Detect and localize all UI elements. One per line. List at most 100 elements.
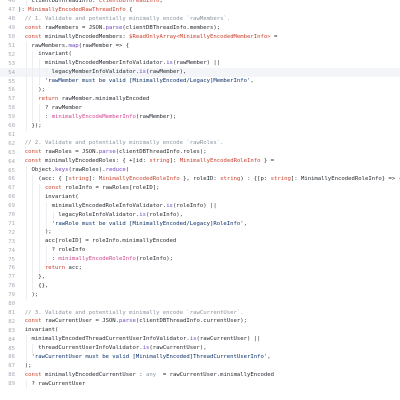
code-line[interactable]: 80 [0, 300, 400, 309]
code-line[interactable]: 48 // 1. Validate and potentially minima… [0, 15, 400, 24]
code-line[interactable]: 70 legacyRoleInfoValidator.is(roleInfo), [0, 210, 400, 220]
code-token: ClientDBThreadInfo [98, 0, 160, 4]
line-number: 55 [8, 78, 15, 85]
code-line[interactable]: 69 minimallyEncodedRoleInfoValidator.is(… [0, 201, 400, 211]
code-token: } = [260, 158, 274, 165]
code-line[interactable]: 67 const roleInfo = rawRoles[roleID]; [0, 183, 400, 193]
code-token: return [18, 95, 62, 102]
indent-guide [25, 86, 27, 95]
line-number: 82 [8, 318, 15, 325]
code-line[interactable]: 83 invariant( [0, 326, 400, 335]
code-line[interactable]: 78 {}, [0, 281, 400, 291]
code-line[interactable]: 53 minimallyEncodedMemberInfoValidator.i… [0, 59, 400, 69]
code-token: (rawMember); [135, 113, 177, 120]
line-number: 61 [8, 131, 15, 138]
code-text: ); [18, 290, 400, 300]
indent-guide [45, 201, 47, 211]
code-line[interactable]: 47): MinimallyEncodedRawThreadInfo { [0, 6, 400, 15]
code-line[interactable]: 72 ); [0, 228, 400, 238]
code-text: minimallyEncodedMemberInfoValidator.is(r… [18, 59, 400, 69]
indent-guide [32, 255, 34, 264]
code-line[interactable]: 71 'rawRole must be valid [MinimallyEnco… [0, 219, 400, 229]
code-token: minimallyEncodeRoleInfo [58, 256, 136, 263]
code-line[interactable]: 88 const minimallyEncodedCurrentUser : a… [0, 371, 400, 380]
indent-guide [45, 219, 47, 229]
code-text: const minimallyEncodedMembers: $ReadOnly… [18, 33, 400, 42]
code-token: (roleInfo), [146, 211, 184, 218]
line-number: 52 [8, 51, 15, 58]
line-number: 59 [8, 114, 15, 121]
code-line[interactable]: 64 const minimallyEncodedRoles: { +[id: … [0, 157, 400, 166]
code-line[interactable]: 85 threadCurrentUserInfoValidator.is(raw… [0, 344, 400, 353]
code-line[interactable]: 61 [0, 131, 400, 140]
code-text: legacyRoleInfoValidator.is(roleInfo), [18, 210, 400, 220]
code-line[interactable]: 58 ? rawMember [0, 103, 400, 113]
code-line[interactable]: 59 : minimallyEncodeMemberInfo(rawMember… [0, 112, 400, 122]
code-line[interactable]: 65 Object.keys(rawRoles).reduce( [0, 166, 400, 175]
code-line[interactable]: 57 return rawMember.minimallyEncoded [0, 94, 400, 104]
indent-guide [25, 77, 27, 86]
code-token: // 2. Validate and potentially minimally… [18, 140, 224, 147]
code-token: invariant( [18, 327, 59, 334]
code-line[interactable]: 52 invariant( [0, 50, 400, 60]
code-line[interactable]: 51 rawMembers.map(rawMember => { [0, 41, 400, 51]
indent-guide [25, 112, 27, 122]
line-number: 75 [8, 256, 15, 263]
code-token: ]: [88, 176, 99, 182]
indent-guide [25, 175, 27, 184]
code-line[interactable]: 50 const minimallyEncodedMembers: $ReadO… [0, 33, 400, 42]
indent-guide [32, 272, 34, 282]
indent-guide [32, 237, 34, 247]
code-token: (rawCurrentUser) || [196, 336, 261, 343]
indent-guide [25, 166, 27, 175]
code-line[interactable]: 87 ); [0, 362, 400, 371]
code-line[interactable]: 60 }); [0, 121, 400, 131]
code-line[interactable]: 76 return acc; [0, 264, 400, 273]
code-text: legacyMemberInfoValidator.is(rawMember), [18, 68, 400, 78]
indent-guide [25, 246, 27, 256]
code-text: const minimallyEncodedRoles: { +[id: str… [18, 157, 400, 166]
code-token: // 1. Validate and potentially minimally… [18, 15, 231, 22]
code-line[interactable]: 82 const rawCurrentUser = JSON.parse(cli… [0, 317, 400, 326]
code-line[interactable]: 77 }, [0, 272, 400, 282]
code-line[interactable]: 62 // 2. Validate and potentially minima… [0, 139, 400, 148]
code-line[interactable]: 86 'rawCurrentUser must be valid [Minima… [0, 353, 400, 362]
code-line[interactable]: 66 (acc: { [string]: MinimallyEncodedRol… [0, 175, 400, 184]
code-line[interactable]: 81 // 3. Validate and potentially minima… [0, 309, 400, 318]
code-text: rawMembers.map(rawMember => { [18, 41, 400, 51]
code-line[interactable]: 56 ); [0, 86, 400, 95]
code-token: (rawMember => { [78, 42, 130, 49]
code-token: const [18, 318, 45, 325]
indent-guide [25, 281, 27, 291]
indent-guide [25, 344, 27, 353]
indent-guide [25, 68, 27, 78]
code-text: ? rawCurrentUser [18, 379, 400, 389]
code-text: }, [18, 272, 400, 282]
code-token: ): [18, 6, 29, 13]
code-token: is [189, 336, 197, 343]
code-line[interactable]: 74 ? roleInfo [0, 246, 400, 256]
code-text: return rawMember.minimallyEncoded [18, 94, 400, 104]
indent-guide [39, 192, 41, 202]
code-line[interactable]: 63 const rawRoles = JSON.parse(clientDBT… [0, 148, 400, 157]
line-number: 77 [8, 274, 15, 281]
indent-guide [45, 255, 47, 264]
code-token: }, [18, 273, 45, 280]
indent-guide [32, 94, 34, 104]
code-text: ); [18, 228, 400, 238]
indent-guide [45, 210, 47, 220]
code-line[interactable]: 89 ? rawCurrentUser [0, 379, 400, 389]
code-line[interactable]: 84 minimallyEncodedThreadCurrentUserInfo… [0, 335, 400, 345]
code-editor[interactable]: 46 clientDBThreadInfo: ClientDBThreadInf… [0, 0, 400, 400]
line-number: 88 [8, 372, 15, 379]
code-line[interactable]: 68 invariant( [0, 192, 400, 202]
code-line[interactable]: 73 acc[roleID] = roleInfo.minimallyEncod… [0, 237, 400, 247]
indent-guide [25, 192, 27, 202]
code-line[interactable]: 55 'rawMember must be valid [MinimallyEn… [0, 77, 400, 86]
code-line[interactable]: 49 const rawMembers = JSON.parse(clientD… [0, 24, 400, 33]
code-text: minimallyEncodedRoleInfoValidator.is(rol… [18, 201, 400, 211]
code-line[interactable]: 79 ); [0, 290, 400, 300]
code-line[interactable]: 54 legacyMemberInfoValidator.is(rawMembe… [0, 68, 400, 78]
code-line[interactable]: 75 : minimallyEncodeRoleInfo(roleInfo); [0, 255, 400, 264]
code-token: (rawMember), [146, 69, 187, 76]
